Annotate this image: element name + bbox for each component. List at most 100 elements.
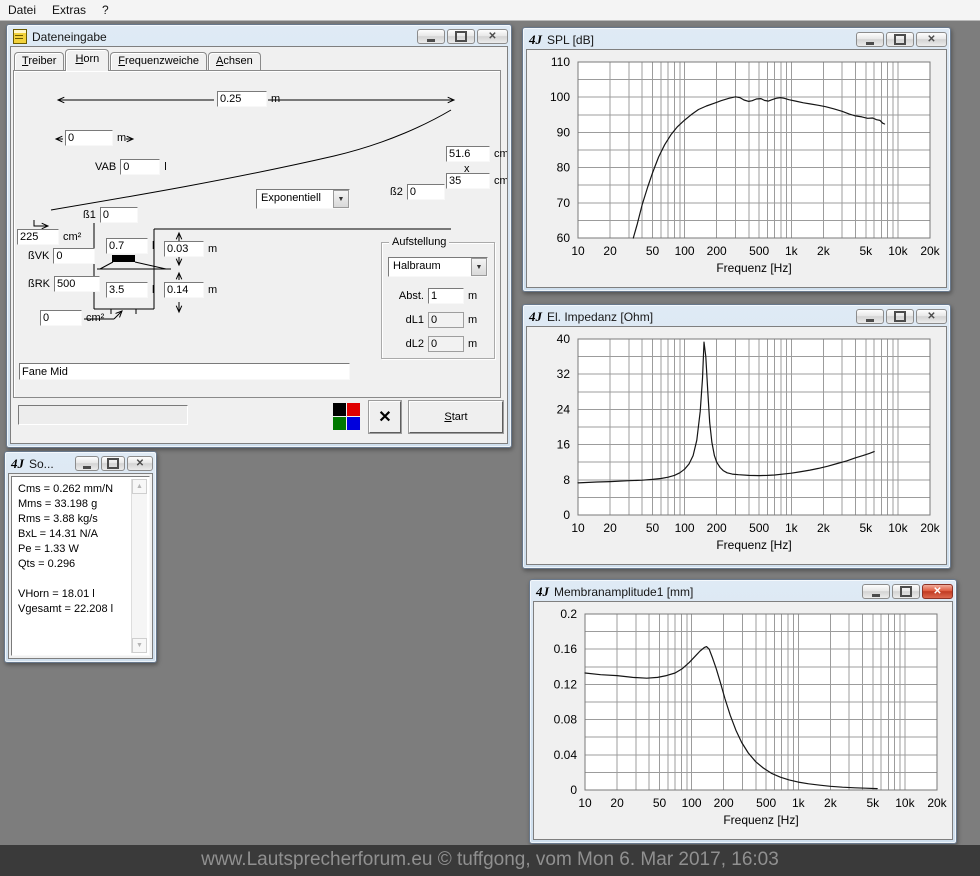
mouth-width-input[interactable]: [446, 146, 490, 162]
b1-input[interactable]: [100, 207, 138, 223]
maximize-button[interactable]: [447, 29, 475, 44]
svg-text:0: 0: [570, 783, 577, 797]
window-titlebar[interactable]: 4J Membranamplitude1 [mm] ✕: [530, 580, 956, 602]
b2-input[interactable]: [407, 184, 445, 200]
maximize-button[interactable]: [101, 456, 125, 471]
results-window: 4J So... ✕ Cms = 0.262 mm/N Mms = 33.198…: [4, 451, 157, 663]
bvk-input[interactable]: [53, 248, 95, 264]
svg-text:1k: 1k: [792, 796, 806, 810]
svg-text:10k: 10k: [888, 521, 908, 535]
brk-input[interactable]: [54, 276, 100, 292]
x-offset-input[interactable]: [65, 130, 113, 146]
svg-text:20k: 20k: [920, 244, 940, 258]
vab-input[interactable]: [120, 159, 160, 175]
svg-text:0.04: 0.04: [554, 748, 578, 762]
result-line: Qts = 0.296: [18, 557, 147, 572]
menu-datei[interactable]: Datei: [0, 1, 44, 19]
aufstellung-dropdown-arrow-icon[interactable]: ▼: [471, 258, 487, 276]
window-titlebar[interactable]: 4J El. Impedanz [Ohm] ✕: [523, 305, 950, 327]
window-titlebar[interactable]: Dateneingabe ✕: [7, 25, 511, 47]
svg-text:5k: 5k: [859, 521, 873, 535]
minimize-button[interactable]: [75, 456, 99, 471]
spl-window: 4J SPL [dB] ✕ 60708090100110102050100200…: [522, 27, 951, 292]
port-area-input[interactable]: [40, 310, 82, 326]
aufstellung-combobox[interactable]: Halbraum ▼: [388, 257, 488, 277]
vrk-input[interactable]: [106, 282, 148, 298]
svg-text:110: 110: [551, 55, 570, 69]
mouth-height-input[interactable]: [446, 173, 490, 189]
window-titlebar[interactable]: 4J So... ✕: [5, 452, 156, 474]
comment-input[interactable]: [19, 363, 350, 380]
svg-text:0.2: 0.2: [560, 607, 577, 621]
watermark-bar: www.Lautsprecherforum.eu © tuffgong, vom…: [0, 845, 980, 876]
vvk-input[interactable]: [106, 238, 148, 254]
contour-dropdown-arrow-icon[interactable]: ▼: [333, 190, 349, 208]
start-button[interactable]: Start: [409, 401, 503, 433]
tab-frequenzweiche[interactable]: Frequenzweiche: [110, 52, 207, 70]
menu-extras[interactable]: Extras: [44, 1, 94, 19]
window-titlebar[interactable]: 4J SPL [dB] ✕: [523, 28, 950, 50]
svg-text:20k: 20k: [927, 796, 947, 810]
throat-area-input[interactable]: [17, 229, 59, 245]
ajhorn-icon: 4J: [11, 457, 24, 470]
svg-text:10: 10: [571, 521, 585, 535]
vvk-unit: l: [152, 240, 154, 252]
scroll-up-icon[interactable]: ▲: [132, 479, 147, 494]
d1-unit: m: [208, 243, 217, 255]
maximize-button[interactable]: [886, 32, 914, 47]
d1-input[interactable]: [164, 241, 204, 257]
ruler-icon: [13, 29, 27, 44]
dateneingabe-content: TreiberHornFrequenzweicheAchsen: [10, 46, 508, 444]
close-button[interactable]: ✕: [477, 29, 508, 44]
aufstellung-groupbox: Aufstellung Halbraum ▼ Abst. m dL1 m: [381, 242, 495, 359]
window-title: Dateneingabe: [32, 30, 412, 44]
tab-horn[interactable]: Horn: [65, 49, 109, 71]
close-button[interactable]: ✕: [916, 32, 947, 47]
svg-text:200: 200: [707, 521, 727, 535]
minimize-button[interactable]: [862, 584, 890, 599]
svg-text:50: 50: [653, 796, 667, 810]
close-button[interactable]: ✕: [916, 309, 947, 324]
svg-text:1k: 1k: [785, 521, 799, 535]
svg-text:5k: 5k: [859, 244, 873, 258]
window-title: El. Impedanz [Ohm]: [547, 310, 851, 324]
close-button[interactable]: ✕: [922, 584, 953, 599]
impedance-chart-svg: 08162432401020501002005001k2k5k10k20kFre…: [527, 327, 946, 561]
results-content: Cms = 0.262 mm/N Mms = 33.198 g Rms = 3.…: [8, 473, 153, 659]
scroll-down-icon[interactable]: ▼: [132, 638, 147, 653]
abort-button[interactable]: ✕: [369, 401, 401, 433]
contour-combobox[interactable]: Exponentiell ▼: [256, 189, 350, 209]
menu-help[interactable]: ?: [94, 1, 117, 19]
result-line: BxL = 14.31 N/A: [18, 527, 147, 542]
minimize-button[interactable]: [417, 29, 445, 44]
close-button[interactable]: ✕: [127, 456, 153, 471]
svg-text:Frequenz [Hz]: Frequenz [Hz]: [716, 538, 791, 552]
svg-text:10k: 10k: [895, 796, 915, 810]
svg-text:20k: 20k: [920, 521, 940, 535]
ts-parameters-list: Cms = 0.262 mm/N Mms = 33.198 g Rms = 3.…: [11, 476, 150, 656]
progress-bar: [18, 405, 188, 425]
svg-text:10: 10: [571, 244, 585, 258]
bvk-label: ßVK: [28, 250, 49, 262]
mouth-width-unit: cm: [494, 148, 508, 160]
vertical-scrollbar[interactable]: ▲ ▼: [131, 479, 147, 653]
minimize-button[interactable]: [856, 309, 884, 324]
spl-chart-svg: 607080901001101020501002005001k2k5k10k20…: [527, 50, 946, 284]
color-legend-squares: [333, 403, 361, 430]
maximize-button[interactable]: [892, 584, 920, 599]
result-line: Rms = 3.88 kg/s: [18, 512, 147, 527]
abst-input[interactable]: [428, 288, 464, 304]
svg-text:2k: 2k: [817, 521, 831, 535]
d2-input[interactable]: [164, 282, 204, 298]
dateneingabe-window: Dateneingabe ✕ TreiberHornFrequenzweiche…: [6, 24, 512, 448]
svg-text:50: 50: [646, 244, 660, 258]
maximize-button[interactable]: [886, 309, 914, 324]
window-title: Membranamplitude1 [mm]: [554, 585, 857, 599]
minimize-button[interactable]: [856, 32, 884, 47]
horn-length-input[interactable]: [217, 91, 267, 107]
vab-label: VAB: [95, 161, 116, 173]
svg-text:100: 100: [682, 796, 702, 810]
tab-achsen[interactable]: Achsen: [208, 52, 261, 70]
x-offset-unit: m: [117, 132, 126, 144]
tab-treiber[interactable]: Treiber: [14, 52, 64, 70]
